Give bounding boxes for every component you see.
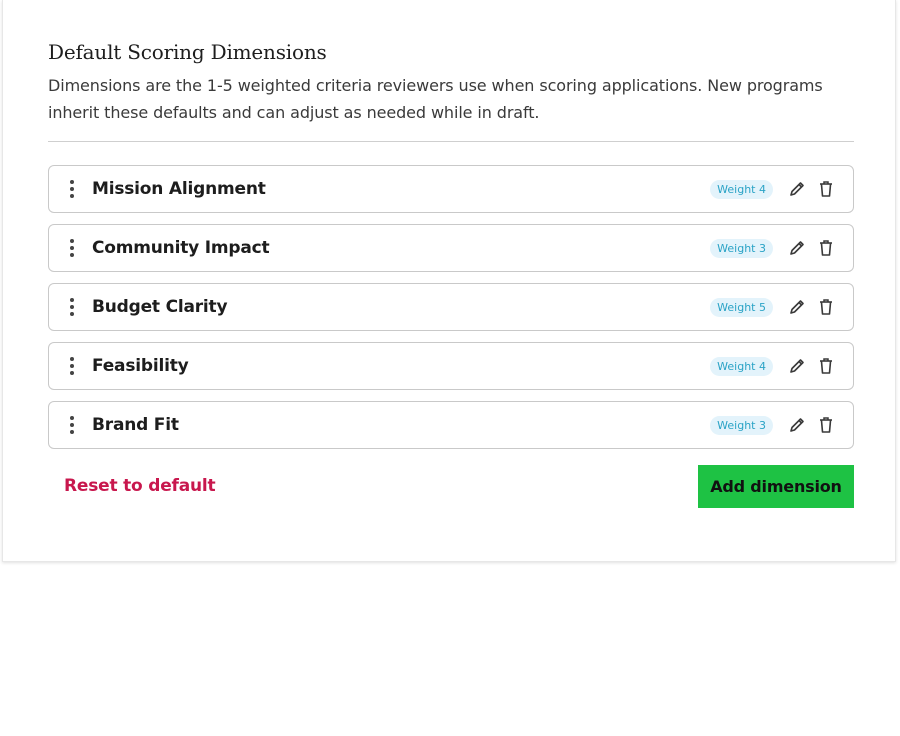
delete-button[interactable] <box>815 237 837 259</box>
pencil-icon <box>790 182 804 196</box>
dimension-label: Feasibility <box>92 356 189 376</box>
weight-badge: Weight 5 <box>710 298 773 317</box>
weight-badge: Weight 4 <box>710 180 773 199</box>
add-dimension-button[interactable]: Add dimension <box>698 465 854 508</box>
reset-to-default-link[interactable]: Reset to default <box>64 476 216 496</box>
drag-handle-icon[interactable] <box>68 179 76 199</box>
pencil-icon <box>790 241 804 255</box>
delete-button[interactable] <box>815 296 837 318</box>
dimension-label: Mission Alignment <box>92 179 266 199</box>
dimension-label: Budget Clarity <box>92 297 228 317</box>
edit-button[interactable] <box>786 296 808 318</box>
dimension-row-feasibility[interactable]: Feasibility Weight 4 <box>48 342 854 390</box>
edit-button[interactable] <box>786 237 808 259</box>
pencil-icon <box>790 300 804 314</box>
weight-badge: Weight 3 <box>710 239 773 258</box>
drag-handle-icon[interactable] <box>68 238 76 258</box>
drag-handle-icon[interactable] <box>68 297 76 317</box>
dimension-label: Community Impact <box>92 238 270 258</box>
dimension-row-community-impact[interactable]: Community Impact Weight 3 <box>48 224 854 272</box>
pencil-icon <box>790 359 804 373</box>
dimension-list: Mission Alignment Weight 4 Community Imp… <box>48 165 854 460</box>
edit-button[interactable] <box>786 178 808 200</box>
trash-icon <box>820 417 832 433</box>
dimension-row-brand-fit[interactable]: Brand Fit Weight 3 <box>48 401 854 449</box>
section-description: Dimensions are the 1-5 weighted criteria… <box>48 76 823 122</box>
dimension-row-mission-alignment[interactable]: Mission Alignment Weight 4 <box>48 165 854 213</box>
trash-icon <box>820 358 832 374</box>
pencil-icon <box>790 418 804 432</box>
edit-button[interactable] <box>786 414 808 436</box>
scoring-dimensions-card: Default Scoring Dimensions Dimensions ar… <box>2 0 896 562</box>
weight-badge: Weight 3 <box>710 416 773 435</box>
delete-button[interactable] <box>815 178 837 200</box>
delete-button[interactable] <box>815 355 837 377</box>
dimension-label: Brand Fit <box>92 415 179 435</box>
drag-handle-icon[interactable] <box>68 356 76 376</box>
section-title: Default Scoring Dimensions <box>48 40 327 64</box>
drag-handle-icon[interactable] <box>68 415 76 435</box>
weight-badge: Weight 4 <box>710 357 773 376</box>
trash-icon <box>820 181 832 197</box>
dimension-row-budget-clarity[interactable]: Budget Clarity Weight 5 <box>48 283 854 331</box>
trash-icon <box>820 299 832 315</box>
delete-button[interactable] <box>815 414 837 436</box>
trash-icon <box>820 240 832 256</box>
edit-button[interactable] <box>786 355 808 377</box>
section-divider <box>48 141 854 142</box>
